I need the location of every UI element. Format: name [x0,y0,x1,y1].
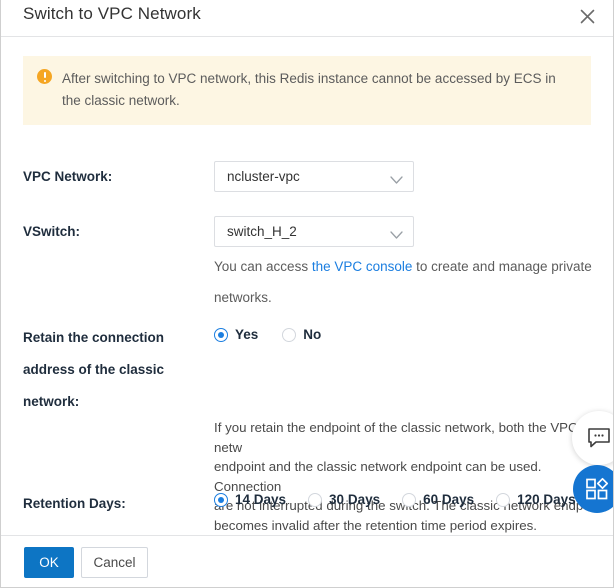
close-icon[interactable] [574,3,600,29]
radio-mark [282,327,297,342]
helper-prefix: You can access [214,259,312,274]
radio-label: No [303,327,322,342]
radio-label: 14 Days [235,492,287,507]
retention-days-option-14[interactable]: 14 Days [214,492,286,507]
retention-days-option-30[interactable]: 30 Days [308,492,380,507]
radio-label: Yes [235,327,259,342]
retain-connection-label: Retain the connection address of the cla… [23,330,165,409]
vpc-network-select[interactable]: ncluster-vpc [214,161,414,192]
chevron-down-icon [390,172,403,190]
vpc-console-link[interactable]: the VPC console [312,259,413,274]
retain-connection-radio-group: Yes No [214,327,321,342]
radio-label: 30 Days [329,492,381,507]
radio-mark [308,492,323,507]
radio-mark [402,492,417,507]
dialog-footer: OK Cancel [1,535,613,587]
switch-to-vpc-network-dialog: Switch to VPC Network After switching to… [0,0,614,588]
cancel-button[interactable]: Cancel [81,547,148,578]
apps-grid-icon[interactable] [573,465,613,513]
radio-mark [214,327,228,342]
dialog-body: After switching to VPC network, this Red… [1,37,613,535]
page-title: Switch to VPC Network [23,4,201,23]
vswitch-value: switch_H_2 [227,224,297,239]
warning-banner-text: After switching to VPC network, this Red… [62,71,556,108]
retention-days-option-60[interactable]: 60 Days [402,492,474,507]
vpc-network-label: VPC Network: [23,169,113,184]
vswitch-select[interactable]: switch_H_2 [214,216,414,247]
radio-label: 60 Days [423,492,475,507]
retention-days-option-120[interactable]: 120 Days [496,492,576,507]
warning-banner: After switching to VPC network, this Red… [23,56,591,125]
radio-mark [214,492,228,507]
vswitch-helper-text: You can access the VPC console to create… [214,251,613,313]
radio-label: 120 Days [517,492,576,507]
radio-mark [496,492,511,507]
vpc-network-value: ncluster-vpc [227,169,300,184]
retention-days-radio-group: 14 Days 30 Days 60 Days 120 Days [214,492,576,507]
dialog-header: Switch to VPC Network [1,0,613,37]
ok-button[interactable]: OK [24,547,74,578]
retain-connection-option-no[interactable]: No [282,327,321,342]
retention-days-label: Retention Days: [23,496,126,511]
retain-connection-option-yes[interactable]: Yes [214,327,258,342]
chevron-down-icon [390,227,403,245]
retain-description-text: If you retain the endpoint of the classi… [214,420,605,533]
warning-exclamation-icon [37,69,52,84]
vswitch-label: VSwitch: [23,224,81,239]
